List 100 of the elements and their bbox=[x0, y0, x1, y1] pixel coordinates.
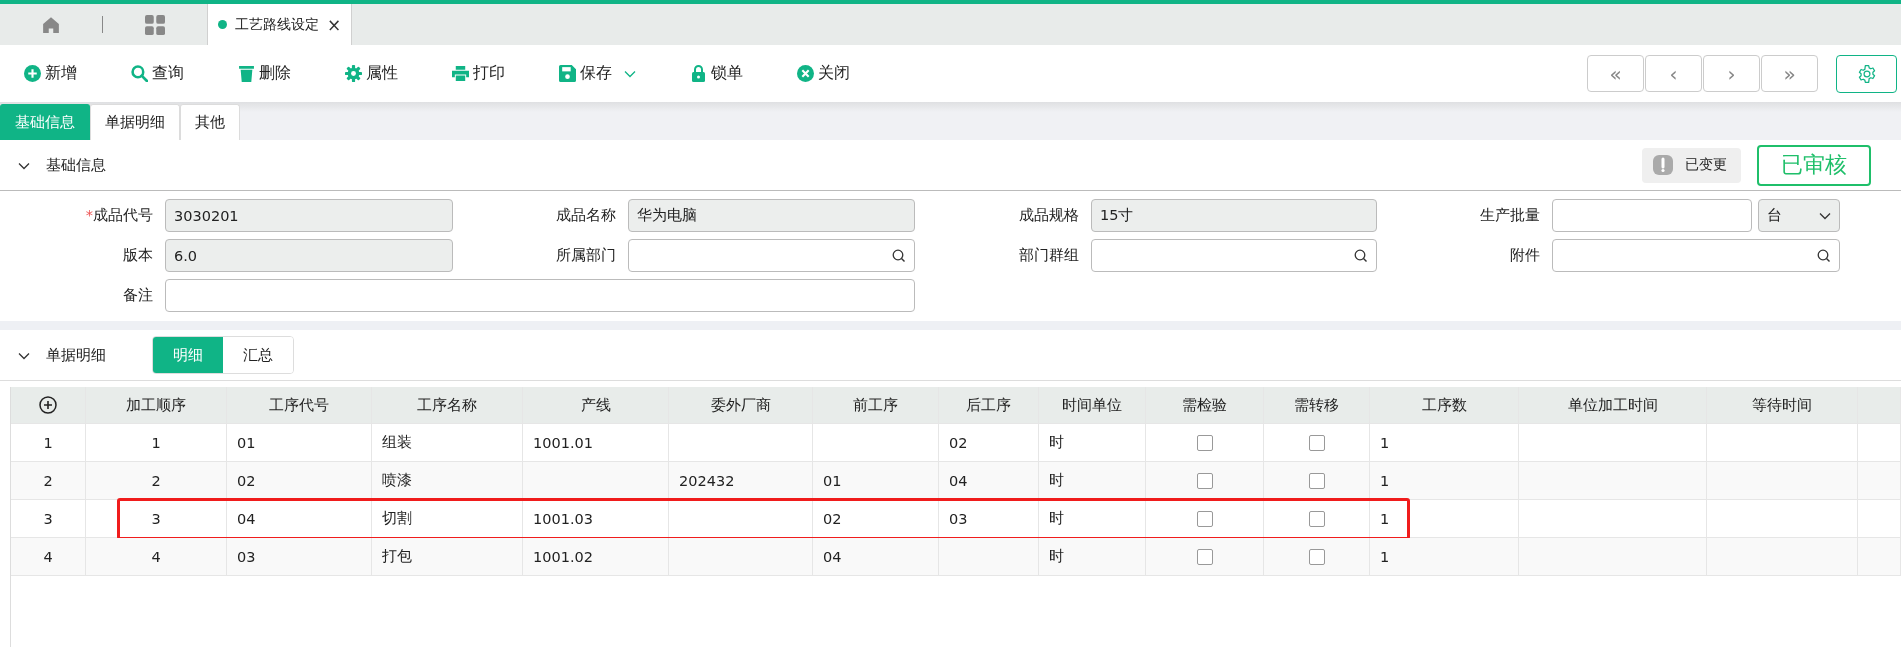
field-label: 生产批量 bbox=[1479, 206, 1541, 225]
checkbox[interactable] bbox=[1196, 434, 1213, 451]
lookup-field[interactable] bbox=[1552, 239, 1840, 272]
table-cell: 04 bbox=[939, 462, 1039, 499]
collapse-chevron-icon[interactable] bbox=[18, 352, 30, 360]
checkbox[interactable] bbox=[1308, 472, 1325, 489]
nav-button[interactable]: › bbox=[1703, 55, 1760, 92]
table-cell: 01 bbox=[813, 462, 939, 499]
status-stamp: 已审核 bbox=[1757, 144, 1871, 186]
tab-title: 工艺路线设定 bbox=[235, 15, 319, 34]
field-label: 版本 bbox=[122, 246, 154, 265]
row-number: 2 bbox=[11, 462, 86, 499]
table-cell: 2 bbox=[86, 462, 227, 499]
table-cell: 组装 bbox=[372, 424, 523, 461]
settings-button[interactable] bbox=[1836, 54, 1897, 93]
toolbar-button[interactable]: 关闭 bbox=[797, 56, 850, 91]
toolbar-button[interactable]: 删除 bbox=[238, 56, 291, 91]
form-tab[interactable]: 其他 bbox=[180, 104, 240, 140]
table-cell: 04 bbox=[227, 500, 372, 537]
checkbox[interactable] bbox=[1196, 510, 1213, 527]
table-cell: 03 bbox=[227, 538, 372, 575]
toolbar-button[interactable]: 新增 bbox=[24, 56, 77, 91]
gear-icon bbox=[345, 65, 362, 82]
lookup-field[interactable] bbox=[1091, 239, 1377, 272]
search-icon[interactable] bbox=[1817, 248, 1831, 263]
form-tab[interactable]: 单据明细 bbox=[90, 104, 180, 140]
search-icon[interactable] bbox=[1354, 248, 1368, 263]
remark-field[interactable] bbox=[165, 279, 915, 312]
close-icon bbox=[797, 65, 814, 82]
chevron-down-icon bbox=[624, 69, 636, 78]
lookup-field[interactable] bbox=[628, 239, 915, 272]
column-header: 需转移 bbox=[1264, 387, 1370, 423]
table-cell: 喷漆 bbox=[372, 462, 523, 499]
unit-select[interactable]: 台 bbox=[1758, 199, 1840, 232]
chevron-down-icon bbox=[1819, 211, 1831, 220]
table-cell: 4 bbox=[86, 538, 227, 575]
column-header: 工序名称 bbox=[372, 387, 523, 423]
toolbar-button[interactable]: 属性 bbox=[345, 56, 398, 91]
search-icon bbox=[131, 65, 148, 82]
checkbox[interactable] bbox=[1308, 510, 1325, 527]
column-header: 需检验 bbox=[1146, 387, 1264, 423]
toolbar-button[interactable]: 查询 bbox=[131, 56, 184, 91]
readonly-field[interactable]: 15寸 bbox=[1091, 199, 1377, 232]
readonly-field[interactable]: 华为电脑 bbox=[628, 199, 915, 232]
house-icon bbox=[42, 15, 60, 34]
table-cell: 时 bbox=[1039, 424, 1146, 461]
toolbar-button[interactable]: 打印 bbox=[452, 56, 505, 91]
column-header: 后工序 bbox=[939, 387, 1039, 423]
row-number: 3 bbox=[11, 500, 86, 537]
checkbox[interactable] bbox=[1308, 434, 1325, 451]
nav-button[interactable]: » bbox=[1761, 55, 1818, 92]
field-label: 附件 bbox=[1509, 246, 1541, 265]
table-cell: 1 bbox=[1370, 462, 1519, 499]
trash-icon bbox=[238, 65, 255, 82]
section-title: 基础信息 bbox=[46, 155, 106, 175]
field-label: 备注 bbox=[122, 286, 154, 305]
column-header: 时间单位 bbox=[1039, 387, 1146, 423]
search-icon[interactable] bbox=[892, 248, 906, 263]
table-cell: 1 bbox=[1370, 424, 1519, 461]
column-header: 前工序 bbox=[813, 387, 939, 423]
grid-icon bbox=[145, 14, 165, 35]
table-cell: 切割 bbox=[372, 500, 523, 537]
column-header: 工序代号 bbox=[227, 387, 372, 423]
nav-button[interactable]: ‹ bbox=[1645, 55, 1702, 92]
quantity-field[interactable] bbox=[1552, 199, 1752, 232]
table-cell: 打包 bbox=[372, 538, 523, 575]
page-tab[interactable]: 工艺路线设定 × bbox=[207, 4, 353, 45]
row-number: 4 bbox=[11, 538, 86, 575]
checkbox[interactable] bbox=[1196, 472, 1213, 489]
checkbox[interactable] bbox=[1308, 548, 1325, 565]
table-cell: 02 bbox=[227, 462, 372, 499]
column-header: 产线 bbox=[523, 387, 669, 423]
lock-icon bbox=[690, 65, 707, 82]
column-header: 委外厂商 bbox=[669, 387, 813, 423]
column-header: 等待时间 bbox=[1707, 387, 1858, 423]
column-header: 单位加工时间 bbox=[1519, 387, 1707, 423]
checkbox[interactable] bbox=[1196, 548, 1213, 565]
table-cell: 03 bbox=[939, 500, 1039, 537]
table-cell: 04 bbox=[813, 538, 939, 575]
toolbar-button[interactable]: 锁单 bbox=[690, 56, 743, 91]
table-cell: 时 bbox=[1039, 500, 1146, 537]
table-cell: 1001.03 bbox=[523, 500, 669, 537]
close-tab-button[interactable]: × bbox=[327, 14, 342, 35]
settings-icon bbox=[1856, 63, 1877, 84]
field-label: 所属部门 bbox=[555, 246, 617, 265]
table-cell: 01 bbox=[227, 424, 372, 461]
table-cell: 1 bbox=[86, 424, 227, 461]
table-cell: 02 bbox=[813, 500, 939, 537]
toolbar-button[interactable]: 保存 bbox=[559, 56, 636, 91]
table-cell: 1 bbox=[1370, 500, 1519, 537]
table-cell: 时 bbox=[1039, 538, 1146, 575]
nav-button[interactable]: « bbox=[1587, 55, 1644, 92]
collapse-chevron-icon[interactable] bbox=[18, 162, 30, 170]
changed-badge: 已变更 bbox=[1642, 147, 1741, 183]
readonly-field[interactable]: 3030201 bbox=[165, 199, 453, 232]
add-row-icon[interactable] bbox=[39, 396, 57, 414]
plus-circle-icon bbox=[24, 65, 41, 82]
readonly-field[interactable]: 6.0 bbox=[165, 239, 453, 272]
section-title: 单据明细 bbox=[46, 345, 106, 365]
field-label: 部门群组 bbox=[1018, 246, 1080, 265]
